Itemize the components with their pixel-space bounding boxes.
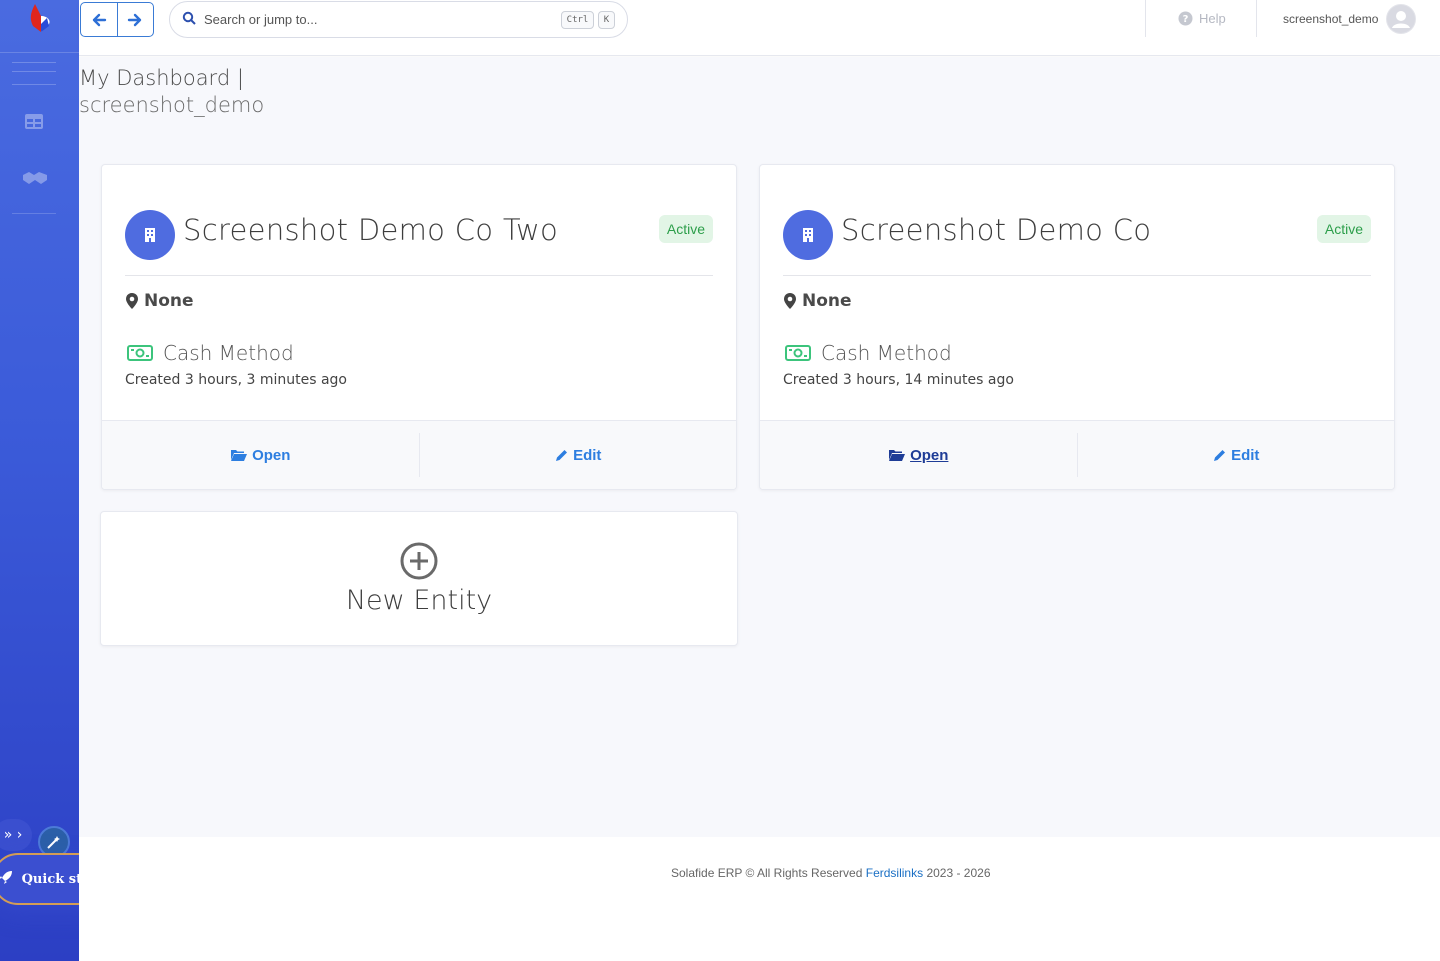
pencil-icon — [1214, 449, 1226, 461]
building-icon — [145, 228, 155, 242]
topbar-divider — [1256, 0, 1257, 37]
menu-line — [12, 84, 56, 85]
menu-line — [12, 62, 56, 63]
open-button[interactable]: Open — [102, 421, 419, 489]
entity-name: Screenshot Demo Co — [841, 213, 1152, 247]
entity-location: None — [125, 291, 194, 311]
entity-name: Screenshot Demo Co Two — [183, 213, 559, 247]
edit-label: Edit — [573, 446, 602, 464]
pencil-icon — [556, 449, 568, 461]
building-icon — [803, 228, 813, 242]
card-actions: Open Edit — [760, 420, 1394, 489]
help-icon: ? — [1178, 11, 1193, 26]
menu-line — [12, 71, 56, 72]
search-input[interactable] — [204, 12, 544, 27]
folder-open-icon — [889, 450, 906, 461]
entity-card: Screenshot Demo Co Two Active None Cash … — [101, 164, 737, 490]
username: screenshot_demo — [1283, 12, 1379, 26]
svg-text:?: ? — [1183, 14, 1189, 25]
expand-sidebar-button[interactable]: » › — [0, 819, 32, 851]
open-button[interactable]: Open — [760, 421, 1077, 489]
sidebar-divider — [0, 52, 79, 53]
footer: Solafide ERP © All Rights Reserved Ferds… — [79, 837, 1440, 961]
rocket-icon — [0, 869, 14, 889]
search-box[interactable]: Ctrl K — [169, 1, 628, 38]
building-avatar — [125, 210, 175, 260]
open-label: Open — [910, 446, 949, 464]
handshake-icon[interactable] — [22, 167, 48, 189]
status-badge: Active — [1316, 215, 1371, 243]
card-divider — [125, 275, 713, 276]
user-menu[interactable]: screenshot_demo — [1283, 4, 1417, 34]
edit-label: Edit — [1231, 446, 1260, 464]
sidebar-divider — [12, 213, 56, 214]
building-avatar — [783, 210, 833, 260]
shortcut-ctrl: Ctrl — [561, 11, 594, 29]
card-divider — [783, 275, 1371, 276]
card-actions: Open Edit — [102, 420, 736, 489]
user-icon — [1387, 5, 1416, 33]
help-link[interactable]: ? Help — [1178, 11, 1226, 26]
topbar-divider — [1145, 0, 1146, 37]
history-nav — [80, 2, 154, 37]
forward-button[interactable] — [116, 3, 154, 36]
accounting-method: Cash Method — [785, 341, 952, 365]
help-label: Help — [1199, 11, 1226, 26]
entity-card: Screenshot Demo Co Active None Cash Meth… — [759, 164, 1395, 490]
dashboard-icon[interactable] — [22, 111, 48, 133]
money-bill-icon — [127, 345, 153, 361]
app-logo[interactable] — [27, 2, 55, 36]
folder-open-icon — [231, 450, 248, 461]
footer-copyright: Solafide ERP © All Rights Reserved — [671, 866, 863, 880]
accounting-method: Cash Method — [127, 341, 294, 365]
location-text: None — [144, 291, 194, 311]
open-label: Open — [252, 446, 291, 464]
status-badge: Active — [658, 215, 713, 243]
map-marker-icon — [784, 293, 796, 309]
footer-text: Solafide ERP © All Rights Reserved Ferds… — [671, 866, 991, 880]
page-title: My Dashboard | screenshot_demo — [79, 65, 264, 119]
sidebar: » › — [0, 0, 79, 961]
map-marker-icon — [126, 293, 138, 309]
created-time: Created 3 hours, 3 minutes ago — [125, 372, 347, 388]
location-text: None — [802, 291, 852, 311]
footer-years: 2023 - 2026 — [926, 866, 991, 880]
created-time: Created 3 hours, 14 minutes ago — [783, 372, 1014, 388]
back-button[interactable] — [81, 3, 117, 36]
new-entity-label: New Entity — [345, 585, 493, 616]
arrow-right-icon — [128, 13, 142, 26]
arrow-left-icon — [92, 13, 106, 26]
top-bar: Ctrl K ? Help screenshot_demo — [79, 0, 1440, 56]
method-text: Cash Method — [163, 341, 294, 365]
plus-circle-icon — [400, 542, 438, 580]
avatar[interactable] — [1386, 4, 1417, 34]
edit-button[interactable]: Edit — [1076, 433, 1395, 477]
shortcut-k: K — [598, 11, 615, 29]
main-content: My Dashboard | screenshot_demo Screensho… — [79, 57, 1440, 837]
page-title-text: My Dashboard | — [79, 66, 244, 90]
new-entity-card[interactable]: New Entity — [100, 511, 738, 646]
entity-location: None — [783, 291, 852, 311]
edit-button[interactable]: Edit — [418, 433, 737, 477]
magic-wand-icon — [47, 836, 60, 849]
footer-link[interactable]: Ferdsilinks — [866, 866, 923, 880]
search-icon — [182, 10, 196, 29]
money-bill-icon — [785, 345, 811, 361]
method-text: Cash Method — [821, 341, 952, 365]
page-subtitle: screenshot_demo — [79, 93, 265, 117]
